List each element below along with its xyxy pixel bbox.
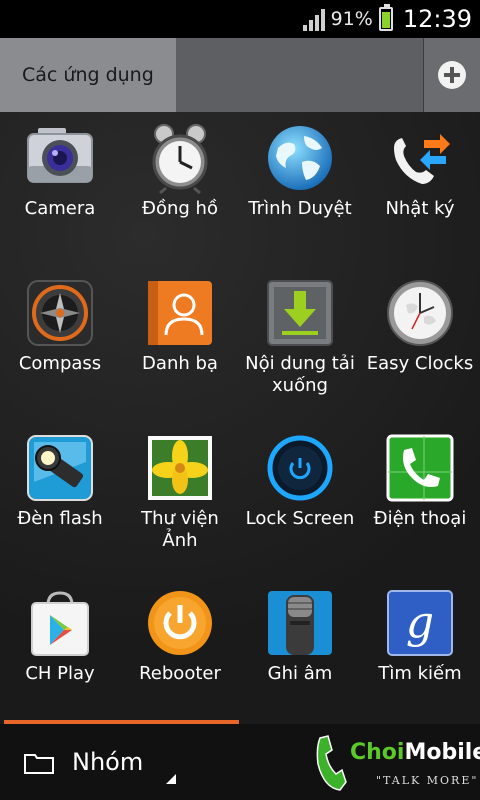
app-easy-clocks[interactable]: Easy Clocks — [360, 267, 480, 417]
app-label: Nội dung tải xuống — [245, 353, 355, 396]
app-label: Easy Clocks — [366, 353, 474, 374]
watermark-logo: ChoiMobile "TALK MORE" — [310, 728, 480, 800]
watermark-brand: ChoiMobile — [350, 740, 480, 765]
compass-icon — [24, 277, 96, 349]
app-grid: Camera Đồng hồ Trình Duyệt Nhật ký Compa… — [0, 112, 480, 722]
call-log-icon — [384, 122, 456, 194]
app-contacts[interactable]: Danh bạ — [120, 267, 240, 417]
app-phone[interactable]: Điện thoại — [360, 422, 480, 572]
status-clock: 12:39 — [402, 5, 472, 33]
watermark-phone-icon — [316, 735, 347, 791]
app-label: Đồng hồ — [142, 198, 218, 219]
power-button-icon — [144, 587, 216, 659]
app-camera[interactable]: Camera — [0, 112, 120, 262]
signal-strength-icon — [302, 7, 325, 31]
app-label: Camera — [24, 198, 96, 219]
app-label: Ghi âm — [267, 663, 333, 684]
app-flashlight[interactable]: Đèn flash — [0, 422, 120, 572]
app-label: Tìm kiếm — [378, 663, 462, 684]
app-label: Rebooter — [139, 663, 221, 684]
add-button[interactable] — [423, 38, 480, 112]
world-clock-icon — [384, 277, 456, 349]
app-voice-recorder[interactable]: Ghi âm — [240, 577, 360, 727]
app-clock[interactable]: Đồng hồ — [120, 112, 240, 262]
app-drawer-header: Các ứng dụng — [0, 38, 480, 112]
flashlight-icon — [24, 432, 96, 504]
play-store-icon — [24, 587, 96, 659]
microphone-icon — [264, 587, 336, 659]
bottom-bar: Nhóm ChoiMobile "TALK MORE" — [0, 724, 480, 800]
app-label: Nhật ký — [385, 198, 455, 219]
status-bar: 91% 12:39 — [0, 0, 480, 38]
battery-icon — [378, 4, 393, 31]
contacts-icon — [144, 277, 216, 349]
power-ring-icon — [264, 432, 336, 504]
app-label: Danh bạ — [142, 353, 218, 374]
battery-percent: 91% — [330, 8, 373, 30]
app-compass[interactable]: Compass — [0, 267, 120, 417]
camera-icon — [24, 122, 96, 194]
phone-icon — [384, 432, 456, 504]
app-call-log[interactable]: Nhật ký — [360, 112, 480, 262]
app-search[interactable]: g Tìm kiếm — [360, 577, 480, 727]
gallery-icon — [144, 432, 216, 504]
download-icon — [264, 277, 336, 349]
dropdown-caret-icon — [166, 774, 176, 784]
app-rebooter[interactable]: Rebooter — [120, 577, 240, 727]
app-lock-screen[interactable]: Lock Screen — [240, 422, 360, 572]
group-dropdown[interactable]: Nhóm — [72, 748, 143, 776]
app-label: Lock Screen — [245, 508, 355, 529]
plus-circle-icon — [438, 61, 466, 89]
app-label: CH Play — [25, 663, 95, 684]
tab-apps[interactable]: Các ứng dụng — [0, 38, 176, 112]
google-search-icon: g — [384, 587, 456, 659]
app-browser[interactable]: Trình Duyệt — [240, 112, 360, 262]
alarm-clock-icon — [144, 122, 216, 195]
app-label: Điện thoại — [373, 508, 467, 529]
watermark-tagline: "TALK MORE" — [376, 774, 479, 787]
folder-icon — [24, 754, 54, 774]
app-label: Compass — [18, 353, 102, 374]
app-label: Trình Duyệt — [248, 198, 352, 219]
svg-text:g: g — [406, 597, 434, 648]
app-label: Đèn flash — [17, 508, 103, 529]
app-play-store[interactable]: CH Play — [0, 577, 120, 727]
app-label: Thư viện Ảnh — [141, 508, 219, 551]
app-gallery[interactable]: Thư viện Ảnh — [120, 422, 240, 572]
app-downloads[interactable]: Nội dung tải xuống — [240, 267, 360, 417]
globe-icon — [264, 122, 336, 194]
